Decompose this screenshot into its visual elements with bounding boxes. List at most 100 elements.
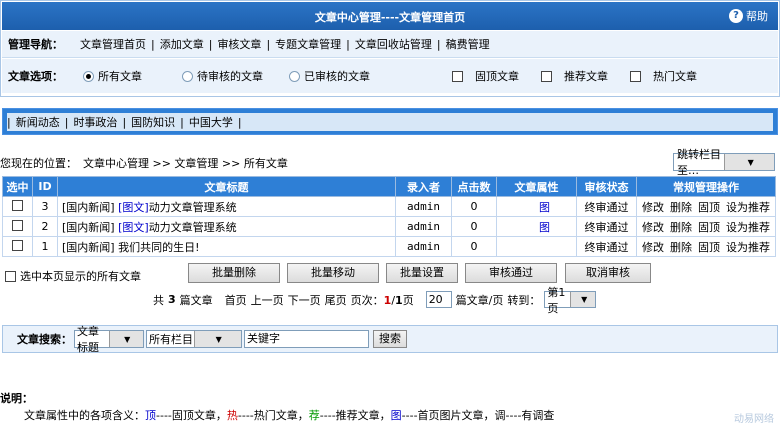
row-category[interactable]: [国内新闻] — [62, 221, 115, 234]
legend-recommended-key: 荐 — [308, 409, 320, 422]
bulk-delete-button[interactable]: 批量删除 — [188, 263, 280, 283]
edit-link[interactable]: 修改 — [642, 241, 664, 254]
pin-link[interactable]: 固顶 — [698, 241, 720, 254]
notes-text: 文章属性中的各项含义：顶----固顶文章，热----热门文章，荐----推荐文章… — [24, 407, 554, 423]
goto-page-select[interactable]: 第1页 ▼ — [544, 286, 597, 315]
search-input[interactable]: 关键字 — [244, 330, 369, 348]
nav-link-review-article[interactable]: 审核文章 — [212, 36, 266, 52]
help-button[interactable]: ? 帮助 — [729, 8, 768, 24]
nav-link-article-home[interactable]: 文章管理首页 — [75, 36, 151, 52]
chevron-down-icon[interactable]: ▼ — [723, 154, 774, 170]
delete-link[interactable]: 删除 — [670, 241, 692, 254]
col-hits: 点击数 — [451, 176, 497, 197]
row-attr-image: 图 — [539, 200, 550, 214]
delete-link[interactable]: 删除 — [670, 201, 692, 214]
search-button[interactable]: 搜索 — [373, 330, 407, 348]
pin-link[interactable]: 固顶 — [698, 201, 720, 214]
chevron-down-icon[interactable]: ▼ — [193, 331, 241, 347]
row-category[interactable]: [国内新闻] — [62, 201, 115, 214]
row-title[interactable]: 动力文章管理系统 — [149, 221, 237, 234]
row-operations: 修改 删除 固顶 设为推荐 — [636, 236, 776, 257]
nav-link-royalties[interactable]: 稿费管理 — [441, 36, 495, 52]
row-operations: 修改 删除 固顶 设为推荐 — [636, 196, 776, 217]
col-operations: 常规管理操作 — [636, 176, 776, 197]
category-news[interactable]: 新闻动态 — [11, 114, 65, 130]
checkbox[interactable] — [630, 70, 641, 82]
row-author: admin — [395, 236, 452, 257]
row-select-cell — [2, 216, 33, 237]
legend-pinned-key: 顶 — [145, 409, 156, 422]
bulk-move-button[interactable]: 批量移动 — [287, 263, 379, 283]
checkbox[interactable] — [541, 70, 552, 82]
row-title-cell: [国内新闻] [图文]动力文章管理系统 — [57, 196, 396, 217]
pager-prev[interactable]: 上一页 — [251, 292, 284, 308]
pager-last[interactable]: 尾页 — [325, 292, 347, 308]
goto-label: 转到： — [507, 293, 541, 307]
nav-link-special-topics[interactable]: 专题文章管理 — [270, 36, 346, 52]
checkbox[interactable] — [452, 70, 463, 82]
row-checkbox[interactable] — [12, 239, 23, 251]
radio-label: 已审核的文章 — [304, 70, 370, 83]
legend-hot-desc: ----热门文章， — [237, 409, 309, 422]
nav-link-recycle-bin[interactable]: 文章回收站管理 — [350, 36, 437, 52]
pager-pages-label: 页次： — [350, 293, 384, 307]
check-recommended[interactable]: 推荐文章 — [541, 68, 608, 84]
row-checkbox[interactable] — [12, 219, 23, 231]
row-author: admin — [395, 196, 452, 217]
radio-indicator[interactable] — [182, 70, 193, 82]
cancel-approve-button[interactable]: 取消审核 — [565, 263, 651, 283]
row-hits: 0 — [451, 236, 497, 257]
pager-total-pages: 1 — [395, 293, 403, 307]
approve-button[interactable]: 审核通过 — [465, 263, 557, 283]
pager-first[interactable]: 首页 — [225, 292, 247, 308]
radio-indicator[interactable] — [289, 70, 300, 82]
row-category[interactable]: [国内新闻] — [62, 241, 115, 254]
category-list: | 新闻动态 | 时事政治 | 国防知识 | 中国大学 | — [7, 113, 773, 131]
pin-link[interactable]: 固顶 — [698, 221, 720, 234]
col-title: 文章标题 — [57, 176, 396, 197]
category-defense[interactable]: 国防知识 — [126, 114, 180, 130]
radio-all-articles[interactable]: 所有文章 — [83, 68, 142, 84]
category-politics[interactable]: 时事政治 — [68, 114, 122, 130]
recommend-link[interactable]: 设为推荐 — [726, 221, 770, 234]
nav-link-add-article[interactable]: 添加文章 — [155, 36, 209, 52]
per-page-input[interactable]: 20 — [425, 291, 452, 308]
check-hot[interactable]: 热门文章 — [630, 68, 697, 84]
delete-link[interactable]: 删除 — [670, 221, 692, 234]
radio-label: 所有文章 — [98, 70, 142, 83]
radio-approved-articles[interactable]: 已审核的文章 — [289, 68, 370, 84]
check-pinned[interactable]: 固顶文章 — [452, 68, 519, 84]
col-author: 录入者 — [395, 176, 452, 197]
row-title-cell: [国内新闻] [图文]动力文章管理系统 — [57, 216, 396, 237]
recommend-link[interactable]: 设为推荐 — [726, 201, 770, 214]
row-checkbox[interactable] — [12, 199, 23, 211]
search-column-select[interactable]: 所有栏目 ▼ — [146, 330, 242, 348]
edit-link[interactable]: 修改 — [642, 201, 664, 214]
row-attr: 图 — [496, 216, 577, 237]
radio-pending-articles[interactable]: 待审核的文章 — [182, 68, 263, 84]
recommend-link[interactable]: 设为推荐 — [726, 241, 770, 254]
pager-total-prefix: 共 — [153, 293, 164, 307]
row-attr-image: 图 — [539, 220, 550, 234]
pager-total: 3 — [168, 293, 176, 306]
select-all-checkbox[interactable] — [5, 270, 16, 282]
bulk-settings-button[interactable]: 批量设置 — [386, 263, 458, 283]
row-title[interactable]: 动力文章管理系统 — [149, 201, 237, 214]
notes-intro: 文章属性中的各项含义： — [24, 409, 145, 422]
breadcrumb-path: 文章中心管理 >> 文章管理 >> 所有文章 — [83, 157, 288, 170]
category-universities[interactable]: 中国大学 — [184, 114, 238, 130]
goto-page-value: 第1页 — [547, 285, 566, 315]
search-bar: 文章搜索： 文章标题 ▼ 所有栏目 ▼ 关键字 搜索 — [2, 325, 778, 354]
chevron-down-icon[interactable]: ▼ — [108, 331, 143, 347]
select-all[interactable]: 选中本页显示的所有文章 — [5, 268, 141, 284]
page-title: 文章中心管理----文章管理首页 — [314, 11, 466, 24]
row-title[interactable]: 我们共同的生日! — [118, 241, 199, 254]
radio-indicator[interactable] — [83, 70, 94, 82]
edit-link[interactable]: 修改 — [642, 221, 664, 234]
pager-next[interactable]: 下一页 — [288, 292, 321, 308]
search-field-select[interactable]: 文章标题 ▼ — [74, 325, 144, 354]
row-attr: 图 — [496, 196, 577, 217]
title-bar: 文章中心管理----文章管理首页 ? 帮助 — [2, 2, 778, 30]
jump-column-select[interactable]: 跳转栏目至… ▼ — [673, 148, 775, 177]
chevron-down-icon[interactable]: ▼ — [569, 292, 596, 307]
